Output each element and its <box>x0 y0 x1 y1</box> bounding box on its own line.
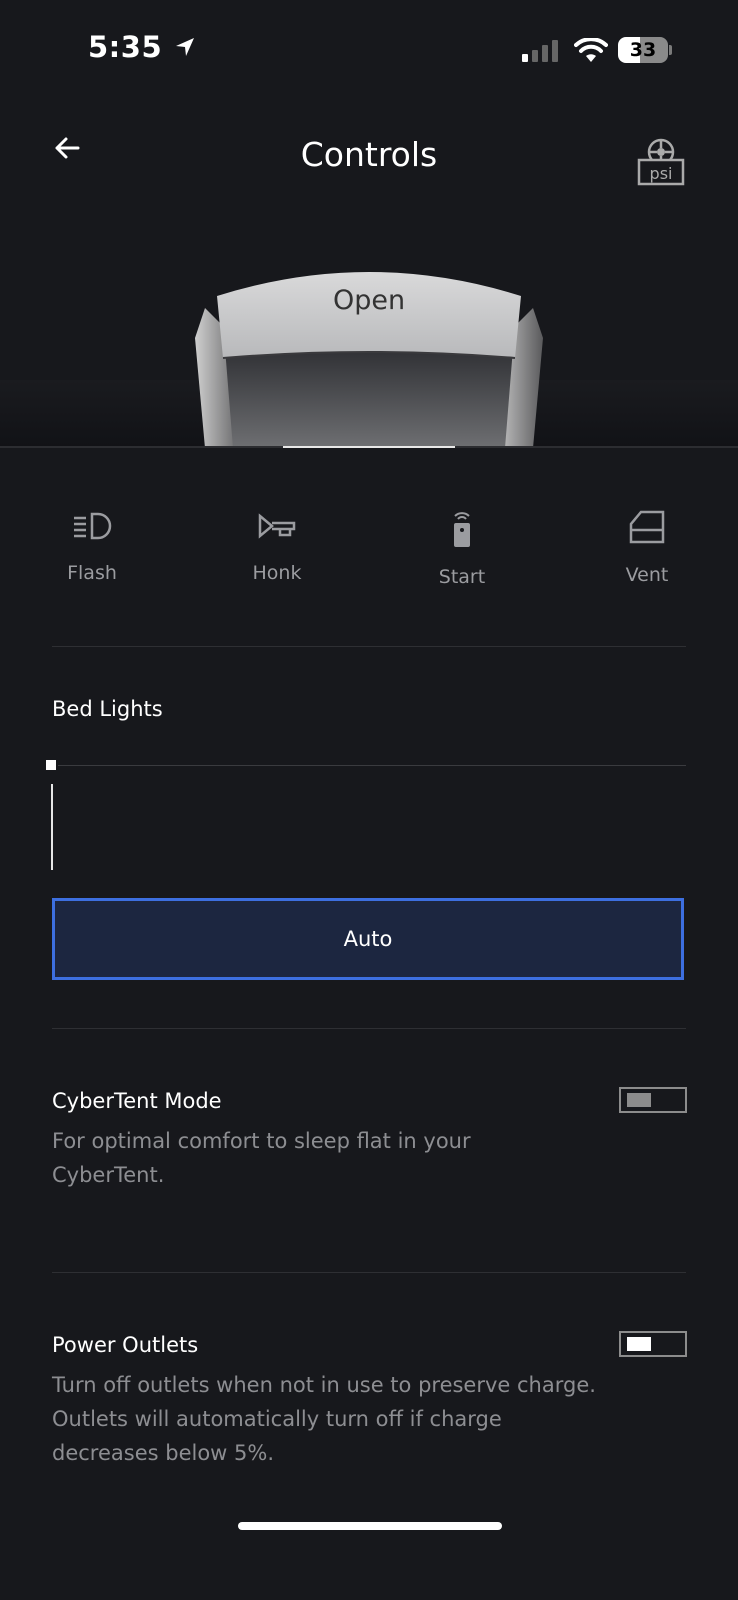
flash-label: Flash <box>67 562 117 584</box>
bed-lights-slider-stem <box>51 784 53 870</box>
divider <box>52 1272 686 1273</box>
battery-indicator: 33 <box>618 37 668 63</box>
vent-label: Vent <box>625 564 669 586</box>
location-arrow-icon <box>175 38 194 56</box>
cybertent-description: For optimal comfort to sleep flat in you… <box>52 1129 471 1187</box>
power-outlets-description: Turn off outlets when not in use to pres… <box>52 1373 596 1465</box>
toggle-knob <box>627 1093 651 1107</box>
headlight-icon <box>74 512 112 540</box>
frunk-status-label: Open <box>332 285 406 316</box>
toggle-knob <box>627 1337 651 1351</box>
vent-button[interactable]: Vent <box>587 508 707 586</box>
home-indicator[interactable] <box>238 1522 502 1530</box>
status-time: 5:35 <box>88 30 197 64</box>
hero-page-indicator <box>283 446 455 448</box>
power-outlets-title: Power Outlets <box>52 1333 199 1357</box>
cellular-signal-icon <box>522 40 558 62</box>
bed-lights-slider-handle[interactable] <box>46 760 56 770</box>
start-button[interactable]: Start <box>402 508 522 588</box>
divider <box>52 646 686 647</box>
bed-lights-slider-track[interactable] <box>58 765 686 766</box>
flash-button[interactable]: Flash <box>32 508 152 584</box>
bed-lights-auto-button[interactable]: Auto <box>52 898 684 980</box>
cybertent-title: CyberTent Mode <box>52 1089 222 1113</box>
window-vent-icon <box>629 510 665 544</box>
cybertent-toggle[interactable] <box>619 1087 687 1113</box>
auto-button-label: Auto <box>343 927 393 951</box>
bed-lights-title: Bed Lights <box>52 697 163 721</box>
key-fob-icon <box>454 512 470 547</box>
honk-label: Honk <box>252 562 302 584</box>
battery-tip <box>669 45 672 55</box>
divider <box>52 1028 686 1029</box>
horn-icon <box>258 513 296 539</box>
tire-pressure-icon[interactable]: psi <box>636 138 686 186</box>
power-outlets-toggle[interactable] <box>619 1331 687 1357</box>
honk-button[interactable]: Honk <box>217 508 337 584</box>
start-label: Start <box>438 566 486 588</box>
wifi-icon <box>574 38 608 62</box>
page-title: Controls <box>300 135 438 174</box>
svg-text:psi: psi <box>650 164 673 183</box>
